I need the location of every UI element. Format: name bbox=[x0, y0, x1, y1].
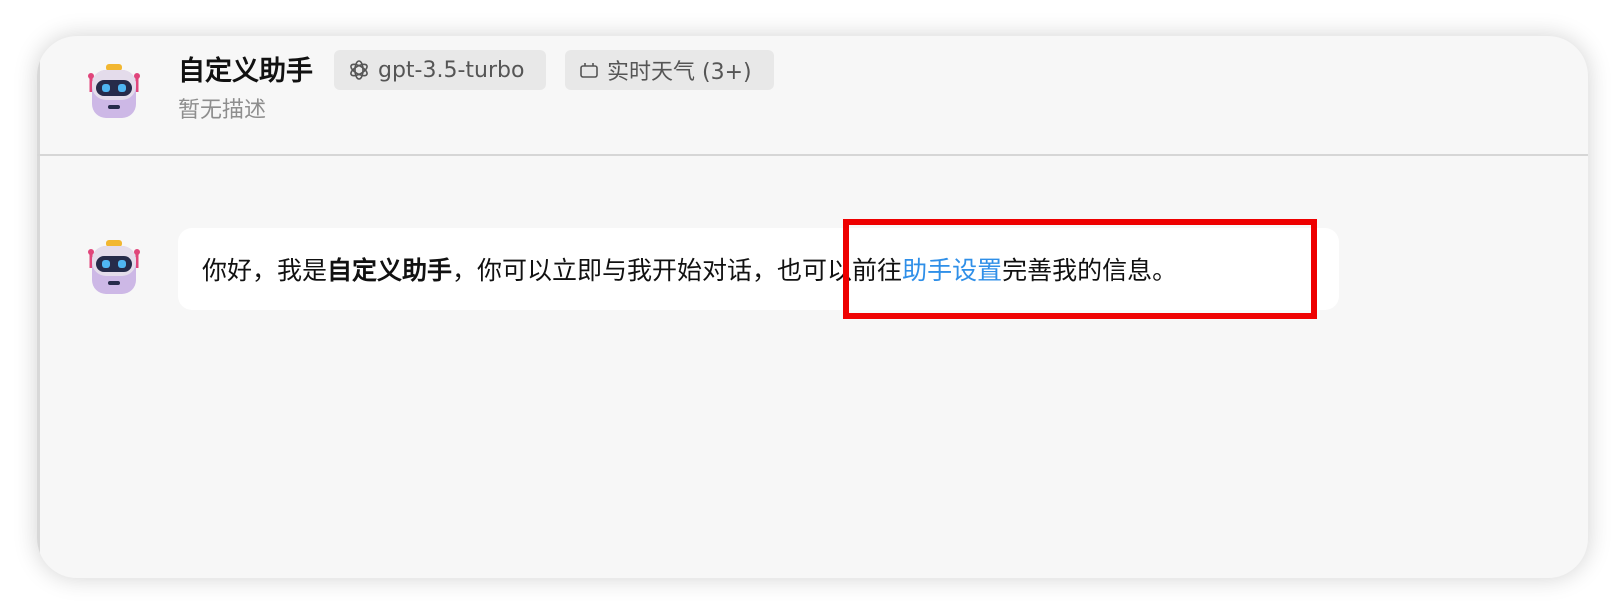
openai-logo-icon bbox=[348, 59, 370, 81]
assistant-description: 暂无描述 bbox=[178, 98, 267, 123]
model-tag[interactable]: gpt-3.5-turbo bbox=[334, 50, 546, 90]
message-text-part2: ，你可以立即与我开始对话， bbox=[452, 256, 778, 285]
message-text-part1: 你好，我是 bbox=[202, 256, 328, 285]
model-tag-label: gpt-3.5-turbo bbox=[378, 57, 525, 83]
plugin-tag[interactable]: 实时天气 (3+) bbox=[565, 50, 774, 90]
plugin-icon bbox=[579, 60, 599, 80]
plugin-tag-label: 实时天气 (3+) bbox=[607, 60, 752, 85]
message-bubble: 你好，我是 自定义助手 ，你可以立即与我开始对话， 也可以前往 助手设置 完善我… bbox=[178, 228, 1339, 310]
assistant-header: 自定义助手 gpt-3.5-turbo 实时天气 (3+) 暂无描述 bbox=[37, 36, 1588, 156]
robot-avatar-icon bbox=[85, 238, 143, 296]
message-assistant-name: 自定义助手 bbox=[327, 256, 453, 285]
robot-avatar-icon bbox=[85, 62, 143, 120]
message-text-part3: 也可以前往 bbox=[777, 256, 903, 285]
message-text-part4: 完善我的信息。 bbox=[1002, 256, 1178, 285]
chat-window: 自定义助手 gpt-3.5-turbo 实时天气 (3+) 暂无描述 你好，我是… bbox=[37, 36, 1588, 578]
assistant-name: 自定义助手 bbox=[178, 56, 313, 87]
assistant-settings-link[interactable]: 助手设置 bbox=[902, 251, 1002, 287]
